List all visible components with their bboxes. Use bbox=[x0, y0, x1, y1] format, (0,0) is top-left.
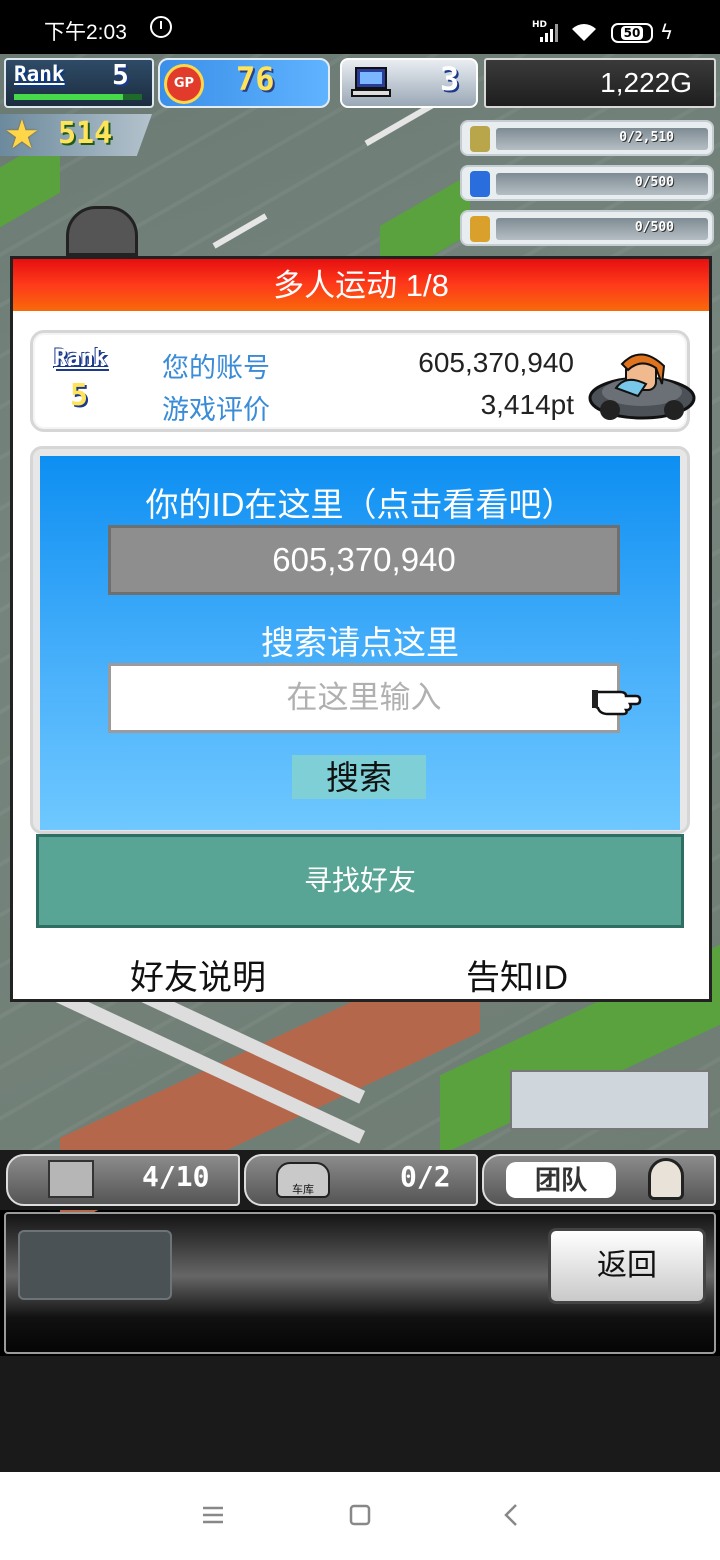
gp-coin-icon: GP bbox=[164, 64, 204, 104]
menu-nav-icon[interactable] bbox=[198, 1500, 228, 1530]
star-value: 514 bbox=[58, 116, 113, 151]
staff-avatar-icon bbox=[648, 1158, 684, 1200]
computer-icon bbox=[351, 67, 391, 97]
player-car-avatar-icon bbox=[588, 353, 696, 420]
computer-value: 3 bbox=[440, 60, 460, 98]
info-slot[interactable] bbox=[18, 1230, 172, 1300]
resource-text: 0/2,510 bbox=[619, 130, 674, 145]
gp-value: 76 bbox=[236, 60, 275, 98]
coin-stack-icon bbox=[470, 126, 490, 152]
search-id-input[interactable] bbox=[108, 663, 620, 733]
charging-icon: ϟ bbox=[660, 20, 674, 44]
storage-count: 4/10 bbox=[142, 1160, 210, 1193]
star-icon: ★ bbox=[4, 112, 40, 158]
resource-text: 0/500 bbox=[634, 175, 674, 190]
garage-car-icon: 车库 bbox=[276, 1162, 330, 1198]
home-nav-icon[interactable] bbox=[345, 1500, 375, 1530]
alarm-icon bbox=[150, 16, 172, 38]
resource-bar-fuel[interactable]: 0/500 bbox=[460, 165, 714, 201]
resource-fill bbox=[496, 128, 708, 150]
garage-label: 车库 bbox=[292, 1184, 314, 1196]
search-caption: 搜索请点这里 bbox=[261, 624, 459, 661]
resource-bar-coins[interactable]: 0/2,510 bbox=[460, 120, 714, 156]
signal-icon bbox=[540, 24, 560, 42]
pointing-hand-icon bbox=[592, 690, 642, 716]
resource-text: 0/500 bbox=[634, 220, 674, 235]
bottom-filler bbox=[0, 1356, 720, 1472]
rank-label: Rank bbox=[14, 62, 65, 86]
resource-fill bbox=[496, 173, 708, 195]
battery-level: 50 bbox=[620, 26, 644, 40]
garage-count: 0/2 bbox=[400, 1160, 451, 1193]
blue-fuel-icon bbox=[470, 171, 490, 197]
rating-value: 3,414pt bbox=[480, 389, 574, 420]
team-label: 团队 bbox=[506, 1162, 616, 1198]
fence-wall bbox=[510, 1070, 710, 1130]
search-button[interactable]: 搜索 bbox=[292, 755, 426, 799]
find-friends-button[interactable]: 寻找好友 bbox=[36, 834, 684, 928]
status-bar: 下午2:03 HD 50 ϟ bbox=[0, 0, 720, 54]
account-rank-value: 5 bbox=[70, 378, 89, 413]
account-value: 605,370,940 bbox=[418, 347, 574, 378]
share-id-link[interactable]: 告知ID bbox=[466, 950, 568, 999]
player-id-display[interactable]: 605,370,940 bbox=[108, 525, 620, 595]
resource-bar-wheat[interactable]: 0/500 bbox=[460, 210, 714, 246]
dialog-title: 多人运动 1/8 bbox=[13, 259, 709, 311]
rank-value: 5 bbox=[112, 58, 129, 91]
back-nav-icon[interactable] bbox=[496, 1500, 526, 1530]
money-display[interactable]: 1,222G bbox=[484, 58, 716, 108]
rating-label: 游戏评价 bbox=[162, 395, 270, 425]
resource-fill bbox=[496, 218, 708, 240]
wheat-icon bbox=[470, 216, 490, 242]
id-caption: 你的ID在这里（点击看看吧） bbox=[145, 486, 575, 523]
back-button[interactable]: 返回 bbox=[548, 1228, 706, 1304]
status-time: 下午2:03 bbox=[44, 21, 127, 44]
wifi-icon bbox=[572, 24, 596, 41]
building-icon[interactable] bbox=[66, 206, 138, 256]
account-rank-label: Rank bbox=[54, 346, 107, 371]
battery-icon: 50 bbox=[611, 23, 653, 43]
storage-crate-icon bbox=[48, 1160, 94, 1198]
friend-help-link[interactable]: 好友说明 bbox=[130, 950, 266, 999]
rank-progress-bar bbox=[14, 94, 142, 100]
account-label: 您的账号 bbox=[162, 353, 270, 383]
